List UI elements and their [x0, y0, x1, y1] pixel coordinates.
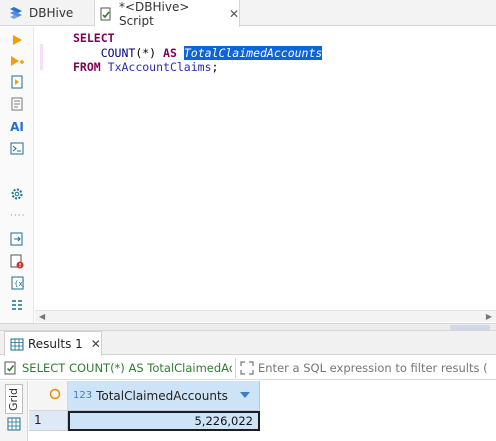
scroll-right-icon[interactable]: ▶	[486, 312, 492, 321]
tab-label: Results 1	[28, 337, 83, 351]
export-icon[interactable]	[8, 230, 26, 248]
editor-side-toolbar: AI ···· {x}	[0, 27, 34, 323]
results-mode-bar: Grid	[0, 381, 28, 441]
settings-icon[interactable]	[8, 185, 26, 203]
sql-code[interactable]: SELECT COUNT(*) AS TotalClaimedAccounts …	[73, 31, 323, 75]
close-tab-icon[interactable]: ✕	[229, 7, 239, 21]
splitter-handle[interactable]	[450, 325, 490, 330]
problems-icon[interactable]	[8, 252, 26, 270]
grid-view-icon[interactable]	[7, 417, 21, 434]
close-tab-icon[interactable]: ✕	[91, 337, 101, 351]
tab-grid-mode[interactable]: Grid	[5, 384, 23, 414]
results-grid-icon	[10, 338, 24, 351]
outline-icon[interactable]	[8, 296, 26, 314]
execute-in-new-tab-icon[interactable]	[8, 52, 26, 70]
table-name: TxAccountClaims	[107, 60, 212, 74]
panel-splitter[interactable]	[0, 323, 496, 331]
open-console-icon[interactable]	[8, 139, 26, 157]
row-selector-icon[interactable]	[49, 388, 61, 403]
query-text[interactable]: SELECT COUNT(*) AS TotalClaimedAcco	[22, 361, 232, 375]
svg-text:{x}: {x}	[14, 280, 24, 288]
sql-query-icon	[4, 361, 18, 375]
sql-script-icon	[99, 6, 114, 22]
count-args: (*)	[135, 45, 157, 60]
ai-assist-icon[interactable]: AI	[8, 118, 26, 136]
grid-corner[interactable]	[29, 381, 68, 411]
statement-terminator: ;	[211, 60, 219, 74]
editor-tab-bar: DBHive *<DBHive> Script ✕	[0, 0, 496, 28]
keyword-select: SELECT	[73, 31, 115, 45]
keyword-as: AS	[163, 45, 177, 60]
explain-plan-icon[interactable]	[8, 95, 26, 113]
keyword-from: FROM	[73, 60, 101, 74]
selected-alias: TotalClaimedAccounts	[183, 45, 323, 60]
numeric-type-icon: 123	[73, 390, 93, 401]
scroll-left-icon[interactable]: ◀	[39, 312, 45, 321]
execute-script-icon[interactable]	[8, 73, 26, 91]
editor-horizontal-scrollbar[interactable]: ◀ ▶	[35, 310, 496, 322]
result-cell[interactable]: 5,226,022	[68, 411, 260, 431]
database-connection-icon	[8, 5, 24, 21]
column-name: TotalClaimedAccounts	[96, 388, 228, 403]
tab-label: DBHive	[29, 6, 74, 20]
variables-icon[interactable]: {x}	[8, 274, 26, 292]
tab-label: *<DBHive> Script	[118, 0, 190, 28]
function-count: COUNT	[100, 45, 136, 60]
results-tab-bar: Results 1 ✕	[0, 331, 496, 356]
editor-gutter	[35, 27, 45, 310]
execute-statement-icon[interactable]	[8, 31, 26, 49]
current-statement-marker	[40, 44, 43, 70]
filter-separator	[235, 357, 236, 378]
tab-results-1[interactable]: Results 1 ✕	[4, 331, 102, 356]
sql-editor[interactable]: SELECT COUNT(*) AS TotalClaimedAccounts …	[35, 27, 496, 310]
toolbar-separator: ····	[10, 211, 26, 221]
row-number[interactable]: 1	[29, 411, 68, 431]
tab-dbhive[interactable]: DBHive	[4, 0, 90, 26]
sort-arrow-icon[interactable]	[240, 392, 250, 398]
expand-filter-icon[interactable]	[240, 360, 254, 375]
tab-sql-script[interactable]: *<DBHive> Script ✕	[94, 0, 240, 28]
results-filter-bar: SELECT COUNT(*) AS TotalClaimedAcco	[0, 356, 496, 380]
grid-mode-label: Grid	[7, 387, 21, 411]
filter-input[interactable]	[258, 360, 488, 375]
column-header-totalclaimedaccounts[interactable]: 123 TotalClaimedAccounts	[68, 381, 260, 411]
results-grid[interactable]: 123 TotalClaimedAccounts 1 5,226,022	[29, 381, 496, 441]
